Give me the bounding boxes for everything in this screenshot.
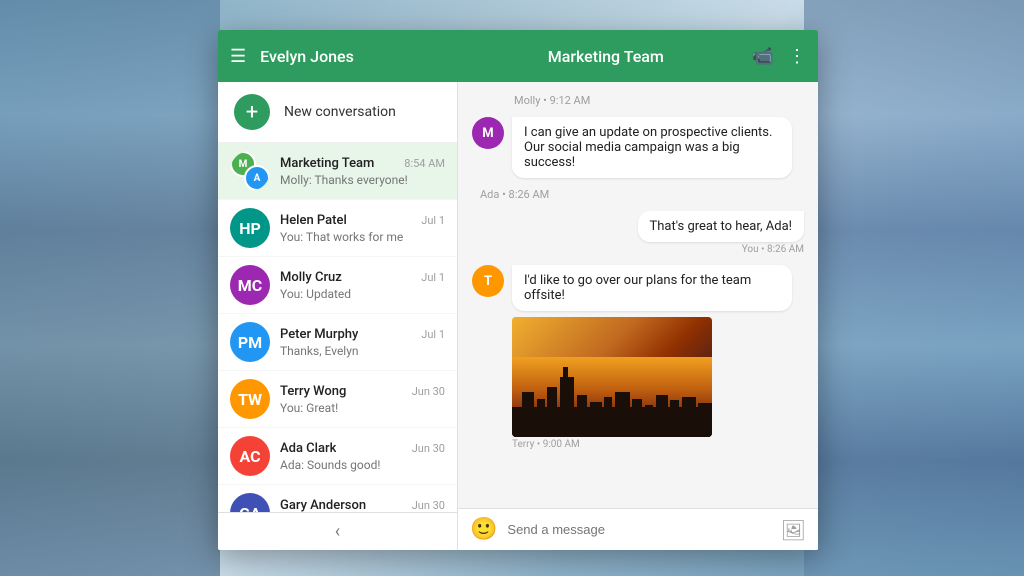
conv-name: Ada Clark [280, 441, 336, 456]
conv-preview: Thanks, Evelyn [280, 344, 445, 358]
conv-info-marketing-team: Marketing Team 8:54 AM Molly: Thanks eve… [280, 156, 445, 187]
conversation-list: M A Marketing Team 8:54 AM Molly: Thanks… [218, 143, 457, 512]
conv-info-gary-anderson: Gary Anderson Jun 30 You: Great! [280, 498, 445, 513]
avatar-terry-wong: TW [230, 379, 270, 419]
sidebar: + New conversation M A Marketing Team [218, 82, 458, 550]
conv-preview: You: Updated [280, 287, 445, 301]
message-terry: T I'd like to go over our plans for the … [472, 265, 804, 450]
conversation-item-peter-murphy[interactable]: PM Peter Murphy Jul 1 Thanks, Evelyn [218, 314, 457, 371]
conv-name: Molly Cruz [280, 270, 342, 285]
conv-preview: Ada: Sounds good! [280, 458, 445, 472]
avatar-gary-anderson: GA [230, 493, 270, 512]
chat-input-area: 🙂 🖼 [458, 508, 818, 550]
conv-name-row: Ada Clark Jun 30 [280, 441, 445, 456]
avatar-peter-murphy: PM [230, 322, 270, 362]
conv-name-row: Helen Patel Jul 1 [280, 213, 445, 228]
conv-name: Terry Wong [280, 384, 346, 399]
msg-time-you: You • 8:26 AM [742, 244, 804, 255]
message-molly: M I can give an update on prospective cl… [472, 117, 804, 178]
conv-name-row: Peter Murphy Jul 1 [280, 327, 445, 342]
conv-info-terry-wong: Terry Wong Jun 30 You: Great! [280, 384, 445, 415]
conv-info-helen-patel: Helen Patel Jul 1 You: That works for me [280, 213, 445, 244]
conversation-item-terry-wong[interactable]: TW Terry Wong Jun 30 You: Great! [218, 371, 457, 428]
conv-time: Jul 1 [421, 328, 445, 341]
message-bubble-terry: I'd like to go over our plans for the te… [512, 265, 792, 311]
conversation-item-molly-cruz[interactable]: MC Molly Cruz Jul 1 You: Updated [218, 257, 457, 314]
hamburger-icon[interactable]: ☰ [230, 46, 246, 67]
sidebar-back-button[interactable]: ‹ [218, 512, 457, 550]
conversation-item-gary-anderson[interactable]: GA Gary Anderson Jun 30 You: Great! [218, 485, 457, 512]
conv-name: Peter Murphy [280, 327, 358, 342]
message-bubble-molly: I can give an update on prospective clie… [512, 117, 792, 178]
avatar-terry-msg: T [472, 265, 504, 297]
conv-preview: You: Great! [280, 401, 445, 415]
conv-time: Jun 30 [412, 499, 445, 512]
avatar-marketing-team: M A [230, 151, 270, 191]
msg-time-terry: Terry • 9:00 AM [512, 439, 792, 450]
conversation-item-helen-patel[interactable]: HP Helen Patel Jul 1 You: That works for… [218, 200, 457, 257]
header-center: Marketing Team [460, 47, 752, 66]
molly-timestamp-label: Molly • 9:12 AM [472, 94, 804, 107]
attach-image-icon[interactable]: 🖼 [781, 518, 806, 542]
new-conversation-button[interactable]: + New conversation [218, 82, 457, 143]
back-icon: ‹ [335, 521, 340, 542]
avatar-ada-clark: AC [230, 436, 270, 476]
conv-time: Jul 1 [421, 271, 445, 284]
conv-name-row: Marketing Team 8:54 AM [280, 156, 445, 171]
conv-time: Jun 30 [412, 442, 445, 455]
conv-name-row: Molly Cruz Jul 1 [280, 270, 445, 285]
conv-time: Jul 1 [421, 214, 445, 227]
conv-name: Gary Anderson [280, 498, 366, 513]
conv-time: Jun 30 [412, 385, 445, 398]
conv-name-row: Gary Anderson Jun 30 [280, 498, 445, 513]
conv-name: Helen Patel [280, 213, 347, 228]
conv-name-row: Terry Wong Jun 30 [280, 384, 445, 399]
conversation-item-ada-clark[interactable]: AC Ada Clark Jun 30 Ada: Sounds good! [218, 428, 457, 485]
header-chat-title: Marketing Team [548, 47, 664, 66]
new-conversation-label: New conversation [284, 104, 396, 120]
message-image-attachment [512, 317, 712, 437]
conv-name: Marketing Team [280, 156, 374, 171]
chat-message-input[interactable] [507, 522, 770, 537]
conv-info-ada-clark: Ada Clark Jun 30 Ada: Sounds good! [280, 441, 445, 472]
more-options-icon[interactable]: ⋮ [788, 46, 806, 67]
avatar-helen-patel: HP [230, 208, 270, 248]
conv-preview: You: That works for me [280, 230, 445, 244]
conversation-item-marketing-team[interactable]: M A Marketing Team 8:54 AM Molly: Thanks… [218, 143, 457, 200]
app-header: ☰ Evelyn Jones Marketing Team 📹 ⋮ [218, 30, 818, 82]
app-window: ☰ Evelyn Jones Marketing Team 📹 ⋮ + New … [218, 30, 818, 550]
new-conversation-icon: + [234, 94, 270, 130]
header-left: ☰ Evelyn Jones [230, 46, 460, 67]
conv-preview: Molly: Thanks everyone! [280, 173, 445, 187]
avatar-molly-cruz: MC [230, 265, 270, 305]
main-content: + New conversation M A Marketing Team [218, 82, 818, 550]
emoji-button[interactable]: 🙂 [470, 517, 497, 542]
ada-timestamp-label: Ada • 8:26 AM [472, 188, 804, 201]
header-username: Evelyn Jones [260, 47, 354, 66]
message-bubble-you: That's great to hear, Ada! [638, 211, 805, 242]
chat-messages: Molly • 9:12 AM M I can give an update o… [458, 82, 818, 508]
header-right: 📹 ⋮ [752, 46, 806, 67]
conv-info-peter-murphy: Peter Murphy Jul 1 Thanks, Evelyn [280, 327, 445, 358]
msg-col-molly: I can give an update on prospective clie… [512, 117, 792, 178]
avatar-molly-msg: M [472, 117, 504, 149]
message-you-reply: That's great to hear, Ada! You • 8:26 AM [472, 211, 804, 255]
chat-panel: Molly • 9:12 AM M I can give an update o… [458, 82, 818, 550]
conv-info-molly-cruz: Molly Cruz Jul 1 You: Updated [280, 270, 445, 301]
conv-time: 8:54 AM [404, 157, 445, 170]
video-call-icon[interactable]: 📹 [752, 46, 774, 67]
msg-col-terry: I'd like to go over our plans for the te… [512, 265, 792, 450]
